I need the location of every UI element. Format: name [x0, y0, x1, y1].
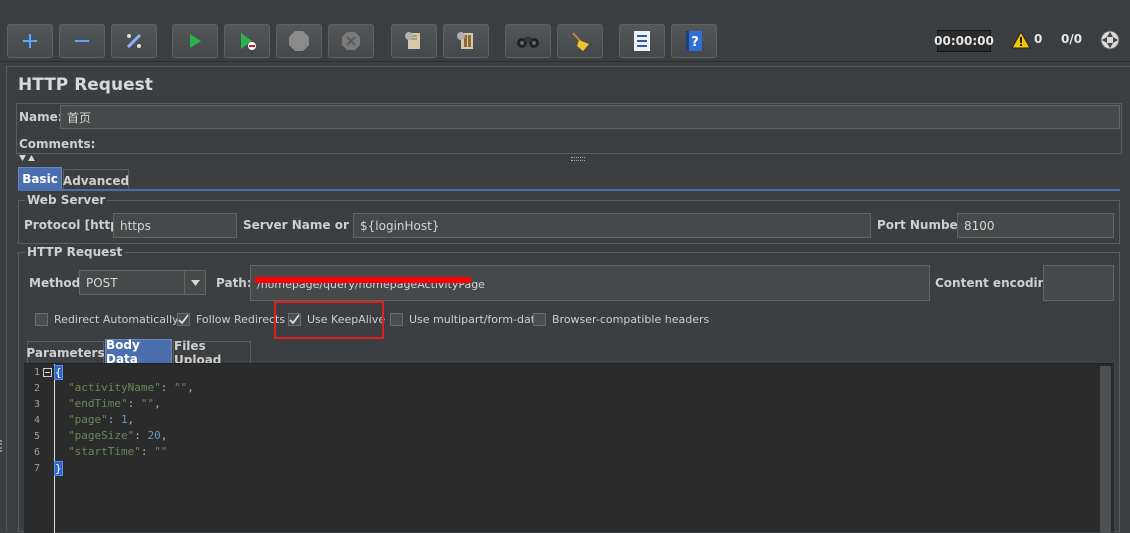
- warning-count: 0: [1034, 32, 1043, 46]
- code-line-2: "activityName": "",: [68, 381, 194, 394]
- fold-collapse-icon[interactable]: [43, 368, 52, 377]
- line-number-gutter: 1 2 3 4 5 6 7: [24, 364, 55, 533]
- checkbox-box[interactable]: [177, 313, 190, 326]
- binoculars-icon: [517, 37, 539, 48]
- checkbox-label: Follow Redirects: [196, 313, 286, 326]
- help-book-icon: ?: [686, 31, 702, 51]
- browser-compatible-headers-checkbox[interactable]: Browser-compatible headers: [533, 313, 709, 326]
- server-field[interactable]: ${loginHost}: [353, 213, 871, 238]
- broom-gear-icon: [405, 32, 420, 49]
- web-server-title: Web Server: [25, 193, 108, 207]
- checkbox-box[interactable]: [35, 313, 48, 326]
- function-helper-button[interactable]: [619, 24, 665, 58]
- start-no-pauses-button[interactable]: [224, 24, 270, 58]
- remote-status-icon: [1100, 30, 1120, 50]
- method-label: Method:: [29, 276, 85, 290]
- line-number: 2: [33, 383, 40, 394]
- elapsed-timer: 00:00:00: [934, 30, 994, 52]
- use-multipart-checkbox[interactable]: Use multipart/form-data: [390, 313, 542, 326]
- method-value: POST: [86, 275, 118, 290]
- comments-label: Comments:: [19, 137, 96, 151]
- tab-advanced[interactable]: Advanced: [63, 169, 129, 191]
- remove-button[interactable]: [59, 24, 105, 58]
- server-value: ${loginHost}: [360, 218, 440, 233]
- tab-underline: [18, 189, 1120, 191]
- checkbox-box[interactable]: [390, 313, 403, 326]
- start-button[interactable]: [172, 24, 218, 58]
- line-number: 1: [33, 367, 40, 378]
- redirect-automatically-checkbox[interactable]: Redirect Automatically: [35, 313, 179, 326]
- plus-icon: [23, 34, 37, 48]
- protocol-value: https: [120, 218, 151, 233]
- code-line-6: "startTime": "": [68, 445, 168, 458]
- toolbar: ? 00:00:00 0 0/0: [0, 0, 1130, 62]
- active-threads-count: 0/0: [1061, 32, 1083, 46]
- body-data-editor[interactable]: 1 2 3 4 5 6 7 { "activityName": "", "end…: [24, 363, 1114, 533]
- warning-icon[interactable]: [1011, 31, 1031, 49]
- content-encoding-field[interactable]: [1043, 265, 1114, 301]
- protocol-field[interactable]: https: [113, 213, 237, 238]
- checkbox-label: Use multipart/form-data: [409, 313, 542, 326]
- path-field[interactable]: /homepage/query/homepageActivityPage: [250, 265, 930, 301]
- path-redaction: [255, 277, 471, 283]
- page-title: HTTP Request: [18, 75, 153, 95]
- line-number: 3: [33, 399, 40, 410]
- split-handle[interactable]: [0, 440, 4, 452]
- tab-basic[interactable]: Basic: [18, 167, 62, 189]
- dropdown-arrow-icon[interactable]: [184, 271, 205, 294]
- server-label: Server Name or IP:: [243, 218, 372, 232]
- reset-search-button[interactable]: [557, 24, 603, 58]
- stop-button[interactable]: [276, 24, 322, 58]
- play-icon: [190, 34, 201, 48]
- tab-files-upload[interactable]: Files Upload: [173, 339, 251, 367]
- divider-grip[interactable]: [571, 157, 585, 161]
- stop-icon: [289, 31, 309, 51]
- wand-icon: [126, 33, 142, 49]
- follow-redirects-checkbox[interactable]: Follow Redirects: [177, 313, 285, 326]
- name-label: Name:: [19, 110, 63, 124]
- content-encoding-label: Content encoding:: [935, 276, 1060, 290]
- help-button[interactable]: ?: [671, 24, 717, 58]
- toggle-button[interactable]: [111, 24, 157, 58]
- open-brace: {: [54, 365, 63, 380]
- method-select[interactable]: POST: [79, 270, 206, 295]
- editor-scrollbar[interactable]: [1100, 366, 1111, 533]
- http-request-title: HTTP Request: [25, 245, 125, 259]
- collapse-arrows-icon[interactable]: [19, 155, 43, 163]
- broom-gears-icon: [457, 32, 473, 49]
- checkmark-icon: [178, 314, 189, 325]
- play-no-timers-icon: [241, 33, 256, 50]
- line-number: 6: [33, 447, 40, 458]
- line-number: 7: [33, 463, 40, 474]
- tab-body-data[interactable]: Body Data: [105, 338, 172, 366]
- shutdown-button[interactable]: [328, 24, 374, 58]
- line-number: 4: [33, 415, 40, 426]
- checkbox-label: Redirect Automatically: [54, 313, 179, 326]
- svg-text:?: ?: [691, 35, 699, 50]
- path-label: Path:: [216, 276, 252, 290]
- name-value: 首页: [67, 110, 92, 125]
- tab-parameters[interactable]: Parameters: [26, 341, 105, 363]
- close-brace: }: [54, 461, 63, 476]
- code-line-4: "page": 1,: [68, 413, 135, 426]
- line-number: 5: [33, 431, 40, 442]
- keepalive-highlight-box: [274, 301, 384, 339]
- code-line-5: "pageSize": 20,: [68, 429, 168, 442]
- clear-button[interactable]: [391, 24, 437, 58]
- checkbox-box[interactable]: [533, 313, 546, 326]
- port-value: 8100: [964, 218, 995, 233]
- shutdown-icon: [342, 32, 360, 50]
- checkbox-label: Browser-compatible headers: [552, 313, 710, 326]
- port-field[interactable]: 8100: [957, 213, 1114, 238]
- add-button[interactable]: [7, 24, 53, 58]
- port-label: Port Number:: [877, 218, 969, 232]
- broom-icon: [572, 32, 589, 51]
- code-line-3: "endTime": "",: [68, 397, 161, 410]
- list-icon: [634, 31, 650, 51]
- clear-all-button[interactable]: [443, 24, 489, 58]
- name-field[interactable]: 首页: [60, 105, 1120, 129]
- search-button[interactable]: [505, 24, 551, 58]
- minus-icon: [75, 40, 89, 42]
